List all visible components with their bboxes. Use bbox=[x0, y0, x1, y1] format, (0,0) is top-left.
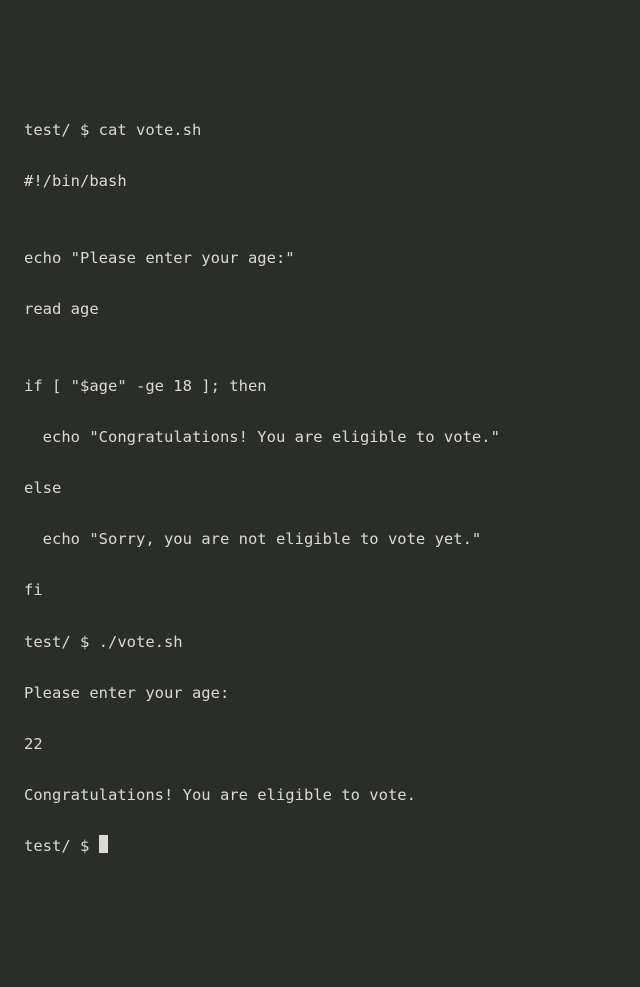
terminal-line: fi bbox=[24, 578, 616, 604]
terminal-line: test/ $ ./vote.sh bbox=[24, 630, 616, 656]
terminal-line: 22 bbox=[24, 732, 616, 758]
terminal-line: Please enter your age: bbox=[24, 681, 616, 707]
terminal-line: Congratulations! You are eligible to vot… bbox=[24, 783, 616, 809]
terminal-line: echo "Sorry, you are not eligible to vot… bbox=[24, 527, 616, 553]
terminal-line: echo "Congratulations! You are eligible … bbox=[24, 425, 616, 451]
terminal-line: else bbox=[24, 476, 616, 502]
terminal-line: test/ $ cat vote.sh bbox=[24, 118, 616, 144]
cursor-icon bbox=[99, 835, 108, 853]
terminal-prompt: test/ $ bbox=[24, 837, 99, 855]
terminal-line: #!/bin/bash bbox=[24, 169, 616, 195]
terminal-line: echo "Please enter your age:" bbox=[24, 246, 616, 272]
terminal-line: read age bbox=[24, 297, 616, 323]
terminal-prompt-line[interactable]: test/ $ bbox=[24, 834, 616, 860]
terminal-line: if [ "$age" -ge 18 ]; then bbox=[24, 374, 616, 400]
